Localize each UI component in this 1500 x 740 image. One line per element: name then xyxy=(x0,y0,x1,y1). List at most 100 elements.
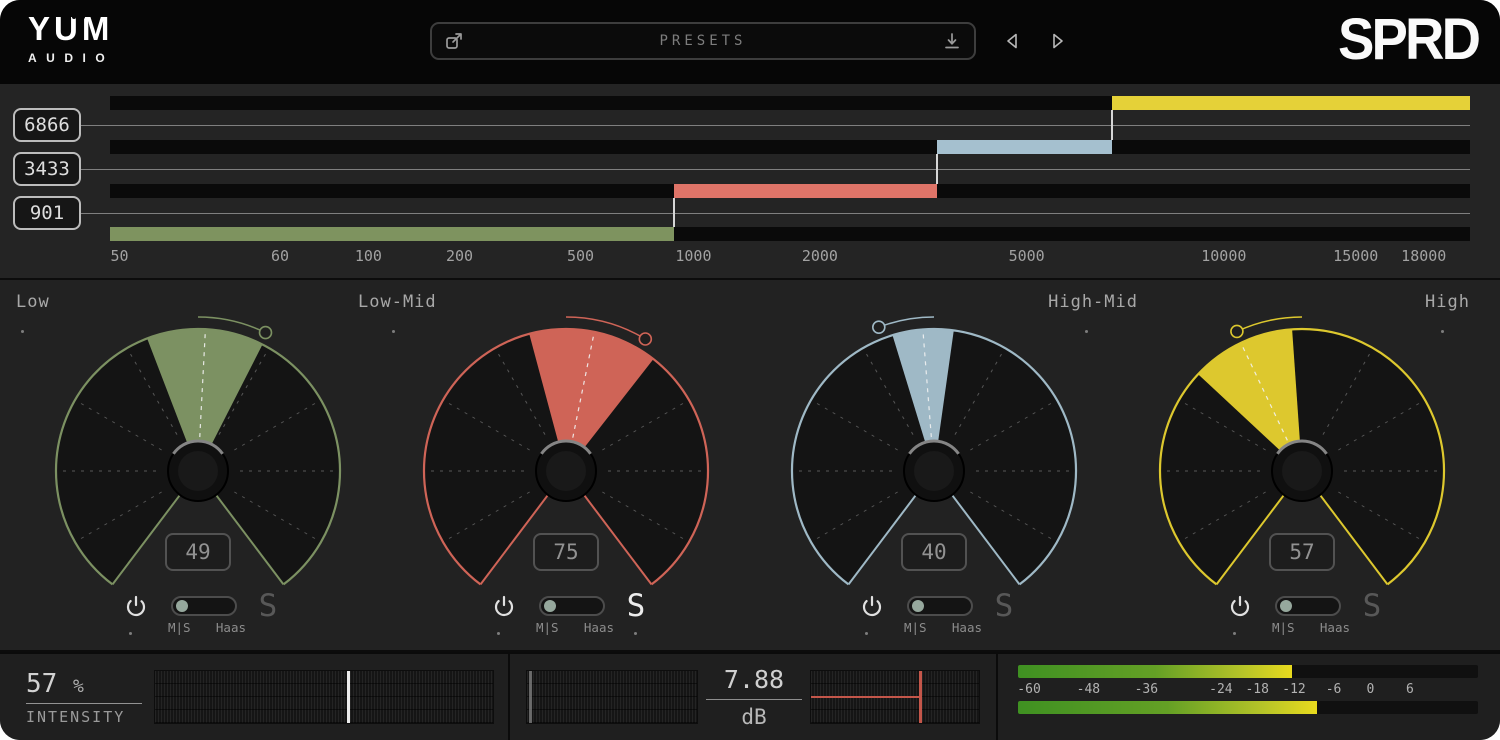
meter-section: -60-48-36-24-18-12-606 xyxy=(998,654,1500,740)
intensity-readout: 57 % INTENSITY xyxy=(26,669,142,726)
intensity-unit: % xyxy=(73,676,84,697)
preset-name[interactable]: PRESETS xyxy=(466,33,940,49)
gain-slider-left[interactable] xyxy=(526,670,698,724)
preset-controls: PRESETS xyxy=(430,22,1070,60)
needle-handle[interactable] xyxy=(873,321,885,333)
needle-handle[interactable] xyxy=(639,333,651,345)
gain-section: 7.88 dB xyxy=(510,654,998,740)
band-segment-low xyxy=(110,227,674,241)
band-bar-high xyxy=(110,96,1470,110)
intensity-label: INTENSITY xyxy=(26,708,142,726)
spread-value-low-mid[interactable]: 75 xyxy=(533,533,599,571)
needle-handle[interactable] xyxy=(260,327,272,339)
band-segment-high-mid xyxy=(937,140,1112,154)
gain-slider-handle[interactable] xyxy=(919,671,922,723)
intensity-slider[interactable] xyxy=(154,670,494,724)
crossover-value-low[interactable]: 901 xyxy=(13,196,81,230)
save-preset-button[interactable] xyxy=(940,29,964,53)
spread-value-low[interactable]: 49 xyxy=(165,533,231,571)
gain-value: 7.88 xyxy=(706,665,802,700)
share-icon xyxy=(444,31,464,51)
haas-label: Haas xyxy=(584,620,614,635)
preset-nav xyxy=(1000,29,1070,53)
ms-haas-toggle[interactable] xyxy=(1275,596,1341,616)
meter-bar-left xyxy=(1018,665,1478,678)
band-section-low: 49 S M|S Haas xyxy=(14,280,382,650)
toggle-labels: M|S Haas xyxy=(1272,620,1350,635)
toggle-labels: M|S Haas xyxy=(168,620,246,635)
crossover-track-high[interactable] xyxy=(80,125,1470,126)
meter-fill-right xyxy=(1018,701,1317,714)
solo-button[interactable]: S xyxy=(1363,591,1382,622)
crossover-handle-3433[interactable] xyxy=(936,154,938,184)
haas-label: Haas xyxy=(216,620,246,635)
sprd-logo: SPRD xyxy=(1338,6,1478,73)
spread-value-high-mid[interactable]: 40 xyxy=(901,533,967,571)
solo-button[interactable]: S xyxy=(995,591,1014,622)
gain-slider-right[interactable] xyxy=(810,670,980,724)
next-triangle-icon xyxy=(1050,32,1066,50)
header: YUM AUDIO PRESETS xyxy=(0,0,1500,84)
meter-scale-label: 6 xyxy=(1406,682,1414,697)
intensity-slider-handle[interactable] xyxy=(347,671,350,723)
solo-button[interactable]: S xyxy=(259,591,278,622)
next-preset-button[interactable] xyxy=(1046,29,1070,53)
power-button[interactable] xyxy=(1227,593,1253,619)
intensity-number: 57 xyxy=(26,669,57,699)
brand-name-text: YUM xyxy=(28,10,113,47)
meter-scale-label: -6 xyxy=(1326,682,1342,697)
crossover-handle-6866[interactable] xyxy=(1111,110,1113,140)
band-segment-high xyxy=(1112,96,1470,110)
freq-axis-label: 100 xyxy=(355,247,382,265)
power-button[interactable] xyxy=(491,593,517,619)
meter-scale-label: -18 xyxy=(1245,682,1268,697)
haas-label: Haas xyxy=(1320,620,1350,635)
crossover-value-high[interactable]: 6866 xyxy=(13,108,81,142)
band-bar-high-mid xyxy=(110,140,1470,154)
crossover-handle-901[interactable] xyxy=(673,198,675,227)
crossover-track-low[interactable] xyxy=(80,213,1470,214)
prev-preset-button[interactable] xyxy=(1000,29,1024,53)
band-controls: S xyxy=(18,592,382,620)
freq-axis-label: 200 xyxy=(446,247,473,265)
band-section-low-mid: 75 S M|S Haas xyxy=(382,280,750,650)
preset-bar[interactable]: PRESETS xyxy=(430,22,976,60)
meter-scale-label: -36 xyxy=(1135,682,1158,697)
meter-scale: -60-48-36-24-18-12-606 xyxy=(1018,681,1478,698)
ms-label: M|S xyxy=(168,620,191,635)
spread-value-high[interactable]: 57 xyxy=(1269,533,1335,571)
spread-panel: Low Low-Mid High-Mid High 49 S M xyxy=(0,280,1500,652)
solo-button[interactable]: S xyxy=(627,591,646,622)
ms-haas-toggle[interactable] xyxy=(907,596,973,616)
knob-center xyxy=(546,451,586,491)
freq-axis-label: 5000 xyxy=(1009,247,1045,265)
power-icon xyxy=(1228,594,1252,618)
haas-label: Haas xyxy=(952,620,982,635)
toggle-labels: M|S Haas xyxy=(904,620,982,635)
freq-axis-label: 18000 xyxy=(1401,247,1446,265)
band-bars-region xyxy=(110,96,1470,242)
meter-fill-left xyxy=(1018,665,1292,678)
toggle-knob[interactable] xyxy=(176,600,188,612)
power-button[interactable] xyxy=(123,593,149,619)
gain-fill-line xyxy=(811,696,920,698)
ms-label: M|S xyxy=(536,620,559,635)
band-segment-low-mid xyxy=(674,184,936,198)
toggle-knob[interactable] xyxy=(544,600,556,612)
needle-handle[interactable] xyxy=(1231,325,1243,337)
crossover-value-mid[interactable]: 3433 xyxy=(13,152,81,186)
brand-logo: YUM AUDIO xyxy=(28,12,114,65)
ms-haas-toggle[interactable] xyxy=(171,596,237,616)
gain-left-handle[interactable] xyxy=(529,671,532,723)
freq-axis-label: 2000 xyxy=(802,247,838,265)
band-controls: S xyxy=(754,592,1118,620)
freq-axis-label: 15000 xyxy=(1333,247,1378,265)
indicator-dot xyxy=(497,632,500,635)
toggle-knob[interactable] xyxy=(1280,600,1292,612)
export-preset-button[interactable] xyxy=(442,29,466,53)
ms-label: M|S xyxy=(904,620,927,635)
ms-haas-toggle[interactable] xyxy=(539,596,605,616)
toggle-knob[interactable] xyxy=(912,600,924,612)
crossover-track-mid[interactable] xyxy=(80,169,1470,170)
power-button[interactable] xyxy=(859,593,885,619)
